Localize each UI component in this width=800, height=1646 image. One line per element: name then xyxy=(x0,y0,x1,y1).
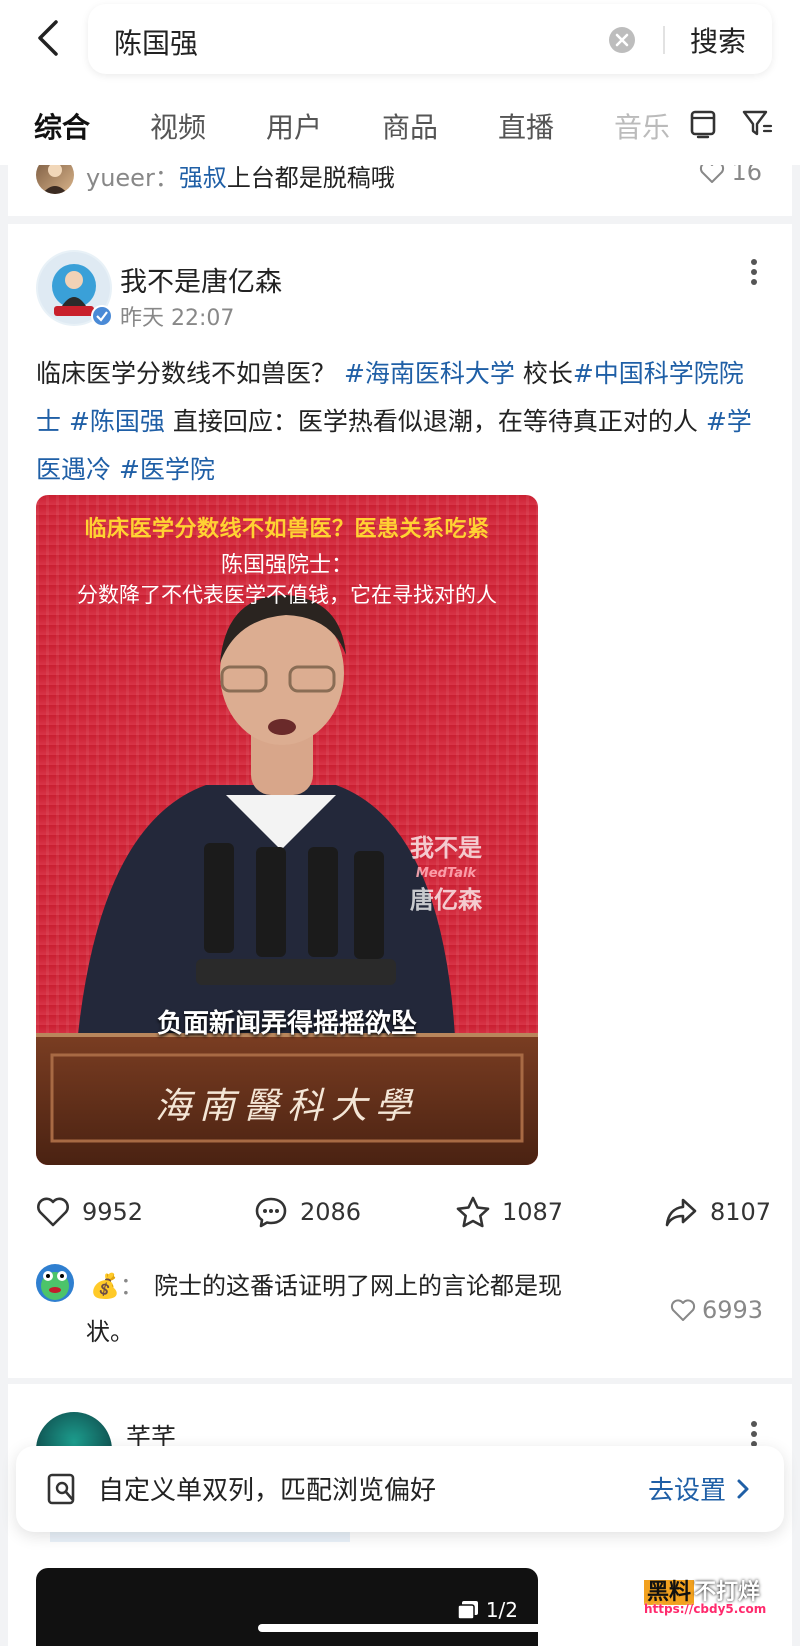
filter-icon[interactable] xyxy=(740,106,774,140)
video-watermark-line: MedTalk xyxy=(415,866,477,881)
video-subtitle: 陈国强院士： xyxy=(220,553,353,578)
comment-like-count: 6993 xyxy=(702,1296,764,1324)
hashtag[interactable]: #医学院 xyxy=(119,455,215,484)
watermark-url: https://cbdy5.com xyxy=(644,1602,767,1616)
podium-calligraphy: 海南醫科大學 xyxy=(154,1086,419,1127)
search-input[interactable]: 陈国强 xyxy=(114,22,198,62)
hashtag[interactable]: #陈国强 xyxy=(69,407,165,436)
post-action-bar: 9952 2086 1087 8107 xyxy=(36,1196,771,1236)
comment-icon xyxy=(255,1197,287,1228)
video-watermark-line: 我不是 xyxy=(410,834,482,862)
tab-products[interactable]: 商品 xyxy=(382,106,438,146)
video-bottom-caption: 负面新闻弄得摇摇欲坠 xyxy=(156,1009,417,1039)
like-count: 9952 xyxy=(82,1198,144,1226)
tab-bar: 综合 视频 用户 商品 直播 音乐 xyxy=(0,96,800,152)
tab-users[interactable]: 用户 xyxy=(266,106,322,146)
search-button[interactable]: 搜索 xyxy=(690,20,746,60)
comment-text: 上台都是脱稿哦 xyxy=(226,164,395,192)
comment-button[interactable]: 2086 xyxy=(254,1196,361,1228)
divider xyxy=(663,26,665,54)
comment-like-button[interactable]: 6993 xyxy=(670,1296,763,1324)
tab-music[interactable]: 音乐 xyxy=(614,106,670,146)
preview-settings-icon xyxy=(47,1473,75,1505)
tab-all[interactable]: 综合 xyxy=(34,106,90,146)
top-bar: 陈国强 搜索 综合 视频 用户 商品 直播 音乐 xyxy=(0,0,800,165)
comment-mention[interactable]: 强叔 xyxy=(179,164,227,192)
image-counter: 1/2 xyxy=(457,1598,518,1622)
layout-toggle-icon[interactable] xyxy=(686,106,720,140)
more-options-icon[interactable] xyxy=(749,258,759,286)
next-post-media[interactable]: 1/2 xyxy=(36,1568,538,1646)
video-title-caption: 临床医学分数线不如兽医？医患关系吃紧 xyxy=(84,517,490,542)
author-name[interactable]: 我不是唐亿森 xyxy=(120,260,282,299)
comment-user[interactable]: yueer xyxy=(86,164,155,192)
post-text-segment: 校长 xyxy=(514,359,573,388)
back-button[interactable] xyxy=(28,16,68,60)
top-comment-text: 院士的这番话证明了网上的言论都是现 xyxy=(154,1272,562,1300)
video-subtitle: 分数降了不代表医学不值钱，它在寻找对的人 xyxy=(77,583,497,607)
verified-badge-icon xyxy=(91,305,113,327)
search-bar[interactable]: 陈国强 搜索 xyxy=(88,4,772,74)
clear-icon[interactable] xyxy=(608,26,636,54)
site-watermark: 黑料 不打烊 https://cbdy5.com xyxy=(644,1574,784,1620)
post-text-segment: 临床医学分数线不如兽医？ xyxy=(36,359,344,388)
post-text: 临床医学分数线不如兽医？ #海南医科大学 校长#中国科学院院士 #陈国强 直接回… xyxy=(36,350,766,494)
star-icon xyxy=(456,1196,490,1228)
top-comment-user[interactable]: 💰： xyxy=(90,1264,144,1308)
top-comment-text-cont: 状。 xyxy=(86,1318,134,1346)
chevron-right-icon xyxy=(737,1479,749,1498)
comment-separator: ： xyxy=(119,1272,144,1300)
hashtag[interactable]: #海南医科大学 xyxy=(344,359,515,388)
post-time: 昨天 22:07 xyxy=(120,306,235,331)
heart-icon xyxy=(670,1299,696,1321)
video-thumbnail[interactable]: 临床医学分数线不如兽医？医患关系吃紧 陈国强院士： 分数降了不代表医学不值钱，它… xyxy=(36,495,538,1165)
like-button[interactable]: 9952 xyxy=(36,1196,143,1228)
go-settings-link[interactable]: 去设置 xyxy=(648,1470,750,1507)
share-count: 8107 xyxy=(710,1198,772,1226)
images-icon xyxy=(457,1601,478,1619)
comment-count: 2086 xyxy=(300,1198,362,1226)
comment-separator: ： xyxy=(154,164,179,192)
commenter-avatar[interactable] xyxy=(36,1264,74,1302)
image-counter-text: 1/2 xyxy=(485,1598,518,1622)
favorite-button[interactable]: 1087 xyxy=(456,1196,563,1228)
home-indicator[interactable] xyxy=(258,1624,542,1632)
settings-banner-text: 自定义单双列，匹配浏览偏好 xyxy=(98,1476,437,1506)
go-settings-label: 去设置 xyxy=(648,1476,727,1506)
tab-live[interactable]: 直播 xyxy=(498,106,554,146)
more-options-icon[interactable] xyxy=(749,1420,759,1448)
layout-settings-banner: 自定义单双列，匹配浏览偏好 去设置 xyxy=(16,1446,784,1532)
video-watermark: 我不是 MedTalk 唐亿森 xyxy=(386,835,506,913)
chevron-left-icon xyxy=(38,20,58,56)
share-button[interactable]: 8107 xyxy=(664,1196,771,1228)
frog-avatar-icon xyxy=(41,1271,69,1300)
tab-video[interactable]: 视频 xyxy=(150,106,206,146)
post-text-segment: 直接回应：医学热看似退潮，在等待真正对的人 xyxy=(164,407,706,436)
money-bag-icon: 💰 xyxy=(90,1272,120,1300)
share-icon xyxy=(665,1198,697,1227)
heart-icon xyxy=(37,1197,69,1227)
favorite-count: 1087 xyxy=(502,1198,564,1226)
video-watermark-line: 唐亿森 xyxy=(410,886,482,914)
